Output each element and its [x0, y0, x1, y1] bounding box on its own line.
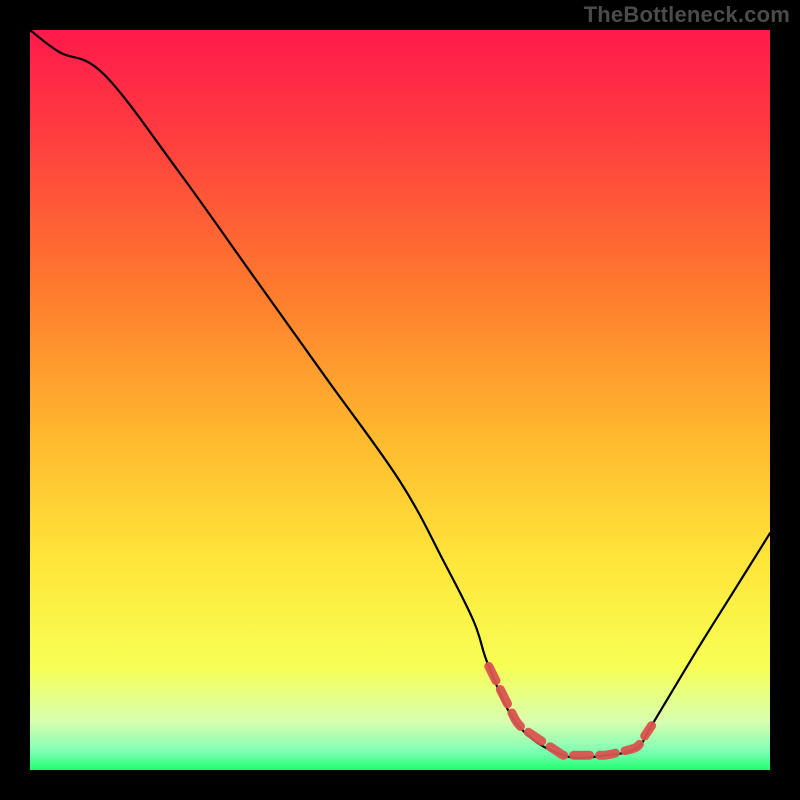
plot-area [30, 30, 770, 770]
gradient-background [30, 30, 770, 770]
app-frame: TheBottleneck.com [0, 0, 800, 800]
chart-svg [30, 30, 770, 770]
watermark-text: TheBottleneck.com [584, 2, 790, 28]
